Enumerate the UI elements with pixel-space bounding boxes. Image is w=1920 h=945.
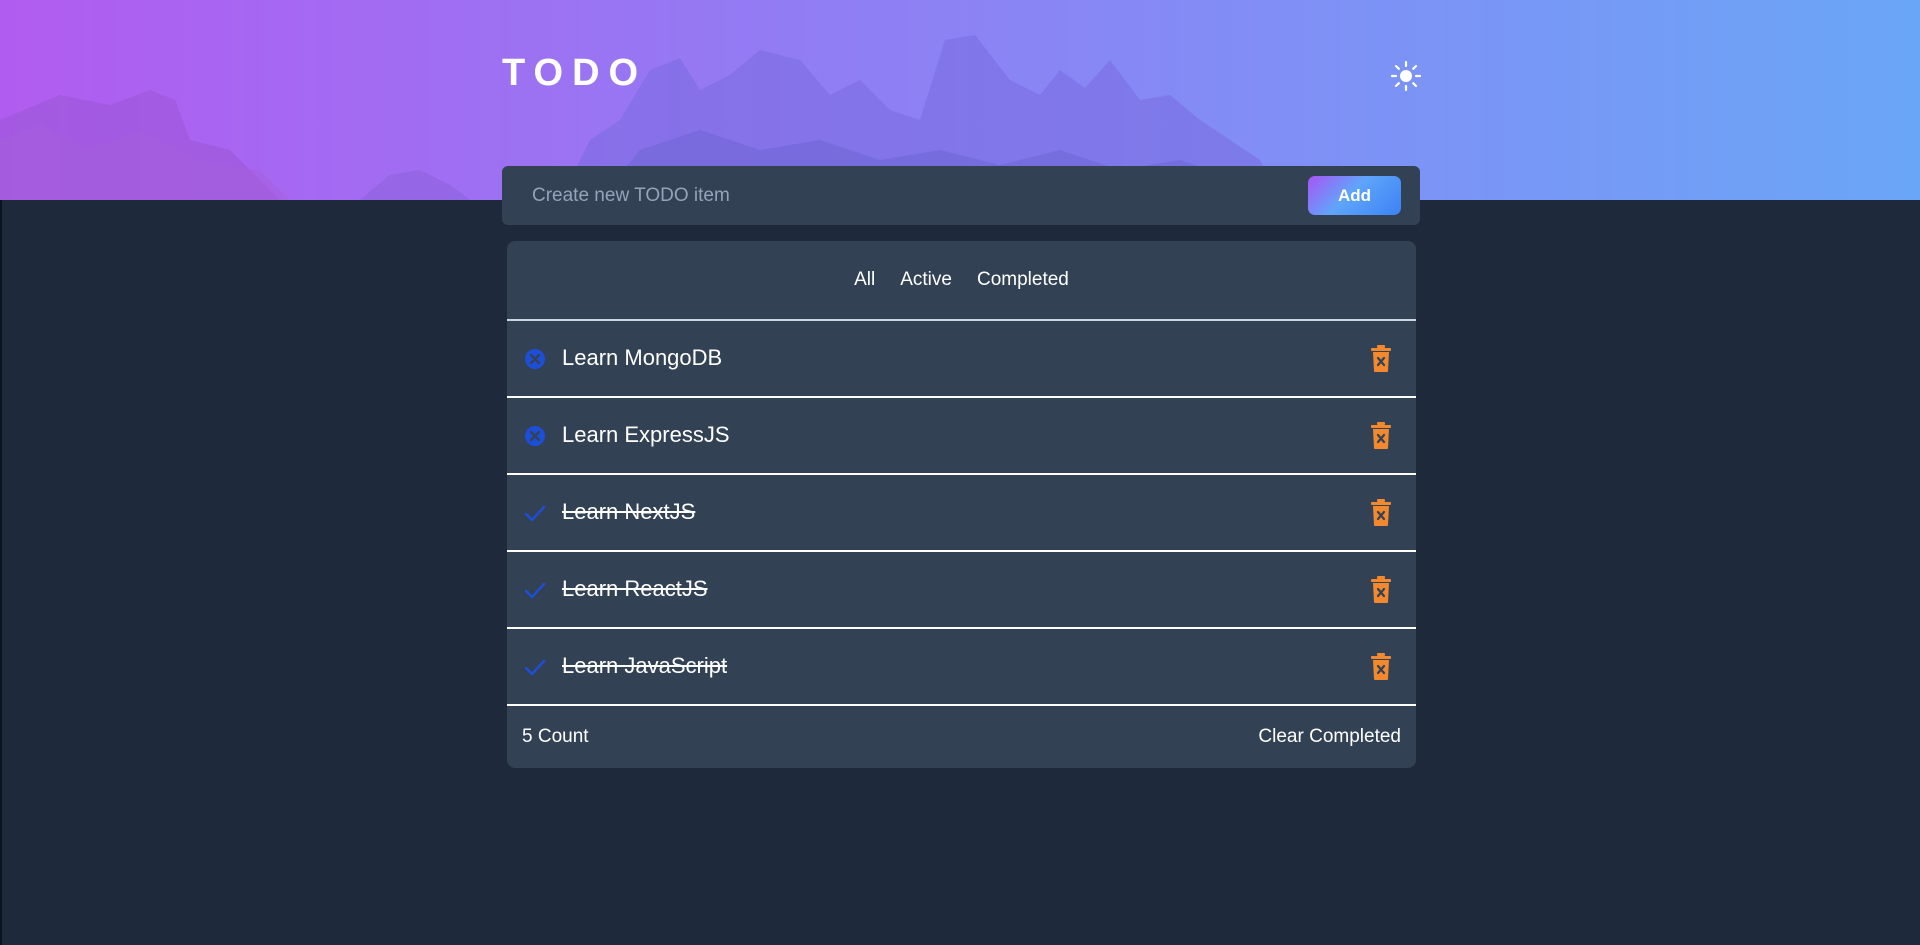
new-todo-input[interactable] xyxy=(530,178,1294,214)
new-todo-bar: Add xyxy=(502,166,1420,225)
todo-list-card: All Active Completed Learn MongoDB Learn… xyxy=(507,241,1416,768)
todo-item: Learn NextJS xyxy=(507,475,1416,552)
trash-icon[interactable] xyxy=(1369,499,1393,527)
trash-icon[interactable] xyxy=(1369,422,1393,450)
trash-icon[interactable] xyxy=(1369,576,1393,604)
checkmark-icon[interactable] xyxy=(523,578,547,602)
filter-bar: All Active Completed xyxy=(507,241,1416,321)
todo-text: Learn JavaScript xyxy=(562,653,728,678)
todo-item: Learn ReactJS xyxy=(507,552,1416,629)
filter-active[interactable]: Active xyxy=(900,269,952,291)
add-button[interactable]: Add xyxy=(1308,176,1401,215)
x-circle-icon[interactable] xyxy=(523,347,547,371)
checkmark-icon[interactable] xyxy=(523,501,547,525)
todo-item: Learn ExpressJS xyxy=(507,398,1416,475)
theme-toggle-button[interactable] xyxy=(1390,60,1422,92)
x-circle-icon[interactable] xyxy=(523,424,547,448)
todo-text: Learn MongoDB xyxy=(562,345,723,370)
checkmark-icon[interactable] xyxy=(523,655,547,679)
todo-item: Learn MongoDB xyxy=(507,321,1416,398)
filter-all[interactable]: All xyxy=(854,269,875,291)
filter-completed[interactable]: Completed xyxy=(977,269,1069,291)
todo-text: Learn ReactJS xyxy=(562,576,708,601)
clear-completed-button[interactable]: Clear Completed xyxy=(1258,726,1401,748)
list-footer: 5 Count Clear Completed xyxy=(507,706,1416,766)
item-count: 5 Count xyxy=(522,726,589,747)
trash-icon[interactable] xyxy=(1369,653,1393,681)
todo-item: Learn JavaScript xyxy=(507,629,1416,706)
todo-text: Learn NextJS xyxy=(562,499,696,524)
sun-icon xyxy=(1390,60,1422,92)
app-title: TODO xyxy=(502,52,648,94)
trash-icon[interactable] xyxy=(1369,345,1393,373)
todo-text: Learn ExpressJS xyxy=(562,422,730,447)
